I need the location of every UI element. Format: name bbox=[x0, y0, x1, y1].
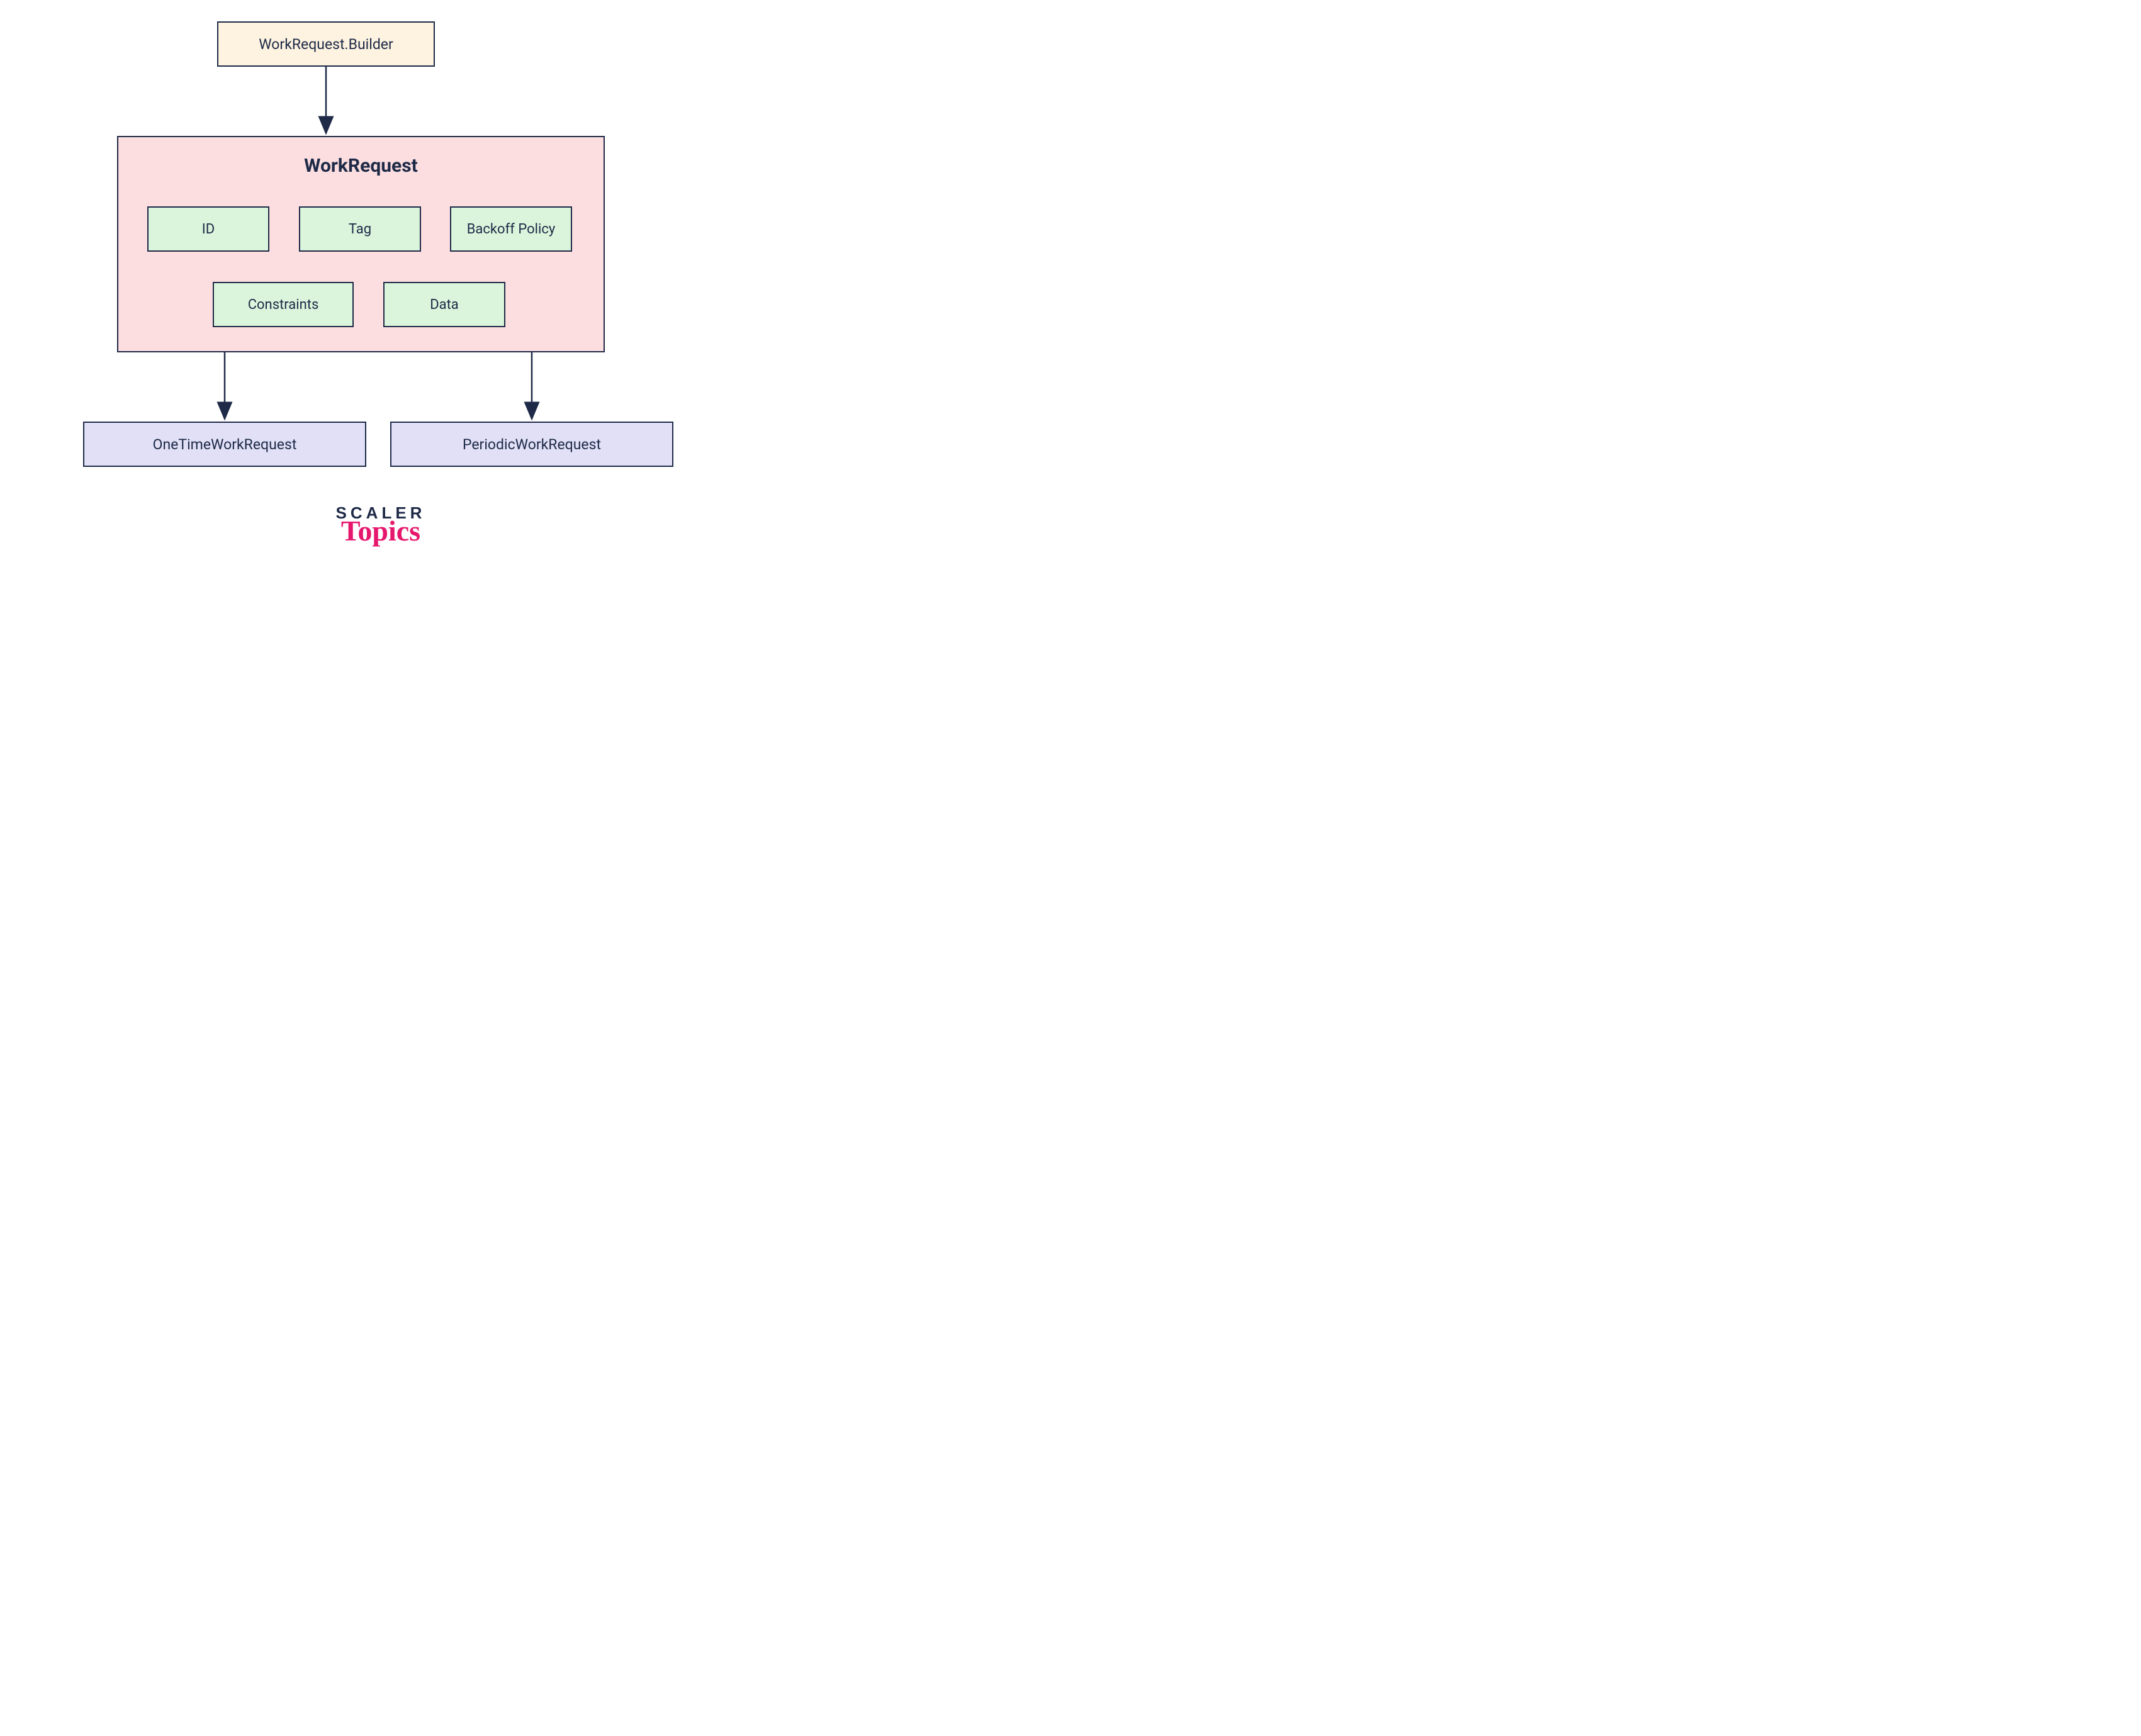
component-tag: Tag bbox=[299, 206, 421, 252]
periodic-node: PeriodicWorkRequest bbox=[390, 422, 673, 467]
component-constraints-label: Constraints bbox=[248, 297, 319, 313]
component-data: Data bbox=[383, 282, 505, 327]
onetime-node: OneTimeWorkRequest bbox=[83, 422, 366, 467]
builder-node: WorkRequest.Builder bbox=[217, 21, 435, 67]
periodic-label: PeriodicWorkRequest bbox=[463, 436, 601, 453]
component-tag-label: Tag bbox=[349, 221, 371, 237]
component-data-label: Data bbox=[430, 297, 459, 313]
component-backoff: Backoff Policy bbox=[450, 206, 572, 252]
builder-label: WorkRequest.Builder bbox=[259, 36, 393, 53]
workrequest-title: WorkRequest bbox=[118, 155, 604, 177]
component-id-label: ID bbox=[202, 221, 215, 237]
brand-logo: SCALER Topics bbox=[0, 503, 761, 547]
component-constraints: Constraints bbox=[213, 282, 354, 327]
component-backoff-label: Backoff Policy bbox=[467, 221, 556, 237]
onetime-label: OneTimeWorkRequest bbox=[153, 436, 297, 453]
component-id: ID bbox=[147, 206, 269, 252]
brand-line2: Topics bbox=[0, 514, 761, 547]
